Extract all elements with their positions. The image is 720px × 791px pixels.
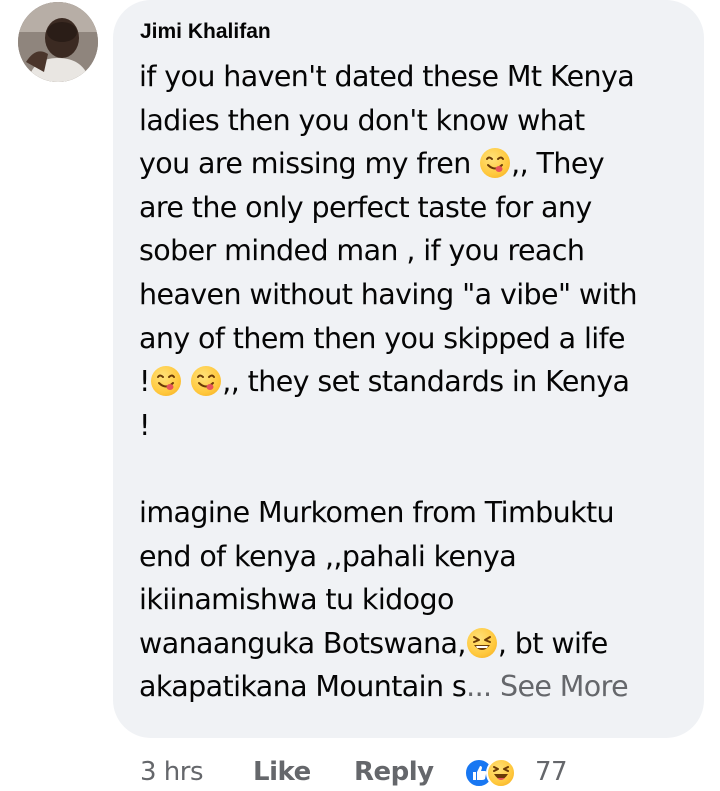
comment-line-text: ,, they set standards in Kenya (222, 365, 630, 399)
comment-bubble: Jimi Khalifan if you haven't dated these… (113, 0, 704, 738)
reaction-count[interactable]: 77 (535, 752, 568, 791)
like-button[interactable]: Like (253, 752, 311, 791)
see-more-link[interactable]: See More (500, 670, 629, 703)
comment-text: if you haven't dated these Mt Kenya ladi… (139, 55, 678, 709)
comment-line: ladies then you don't know what (139, 103, 585, 137)
comment-line: ! ,, they set standards in Kenya (139, 360, 678, 404)
haha-reaction-icon (486, 758, 516, 788)
reactions-summary[interactable] (464, 758, 530, 788)
comment-line: imagine Murkomen from Timbuktu (139, 495, 615, 529)
comment-line: you are missing my fren ,, They (139, 142, 678, 186)
comment-line: if you haven't dated these Mt Kenya (139, 60, 635, 93)
grinning-squinting-face-icon (466, 627, 497, 658)
comment-line-text: wanaanguka Botswana, (139, 626, 466, 660)
comment-line: are the only perfect taste for any (139, 190, 592, 224)
face-savoring-food-icon (150, 366, 181, 397)
comment-line: wanaanguka Botswana, , bt wife (139, 622, 678, 666)
comment-line-text: akapatikana Mountain s (139, 670, 467, 704)
comment-line-text: , bt wife (497, 626, 608, 660)
avatar-photo (18, 2, 98, 82)
avatar[interactable] (18, 2, 98, 82)
comment-line: end of kenya ,,pahali kenya (139, 539, 517, 573)
face-savoring-food-icon (480, 148, 511, 179)
comment-line: sober minded man , if you reach (139, 234, 585, 268)
face-savoring-food-icon (191, 366, 222, 397)
comment-timestamp[interactable]: 3 hrs (140, 752, 204, 791)
comment-line-text: ! (139, 365, 150, 399)
comment-line-text: you are missing my fren (139, 147, 471, 181)
comment-line: ! (139, 408, 150, 442)
reply-button[interactable]: Reply (354, 752, 434, 791)
comment-actions: 3 hrs Like Reply 77 (140, 752, 700, 791)
comment-line: heaven without having "a vibe" with (139, 277, 638, 311)
comment-line: ikiinamishwa tu kidogo (139, 583, 454, 617)
comment-line: akapatikana Mountain s... See More (139, 665, 678, 709)
comment-line: any of them then you skipped a life (139, 321, 626, 355)
comment-line-text: ,, They (511, 147, 605, 181)
comment-author[interactable]: Jimi Khalifan (140, 18, 678, 46)
ellipsis: ... (466, 670, 492, 704)
